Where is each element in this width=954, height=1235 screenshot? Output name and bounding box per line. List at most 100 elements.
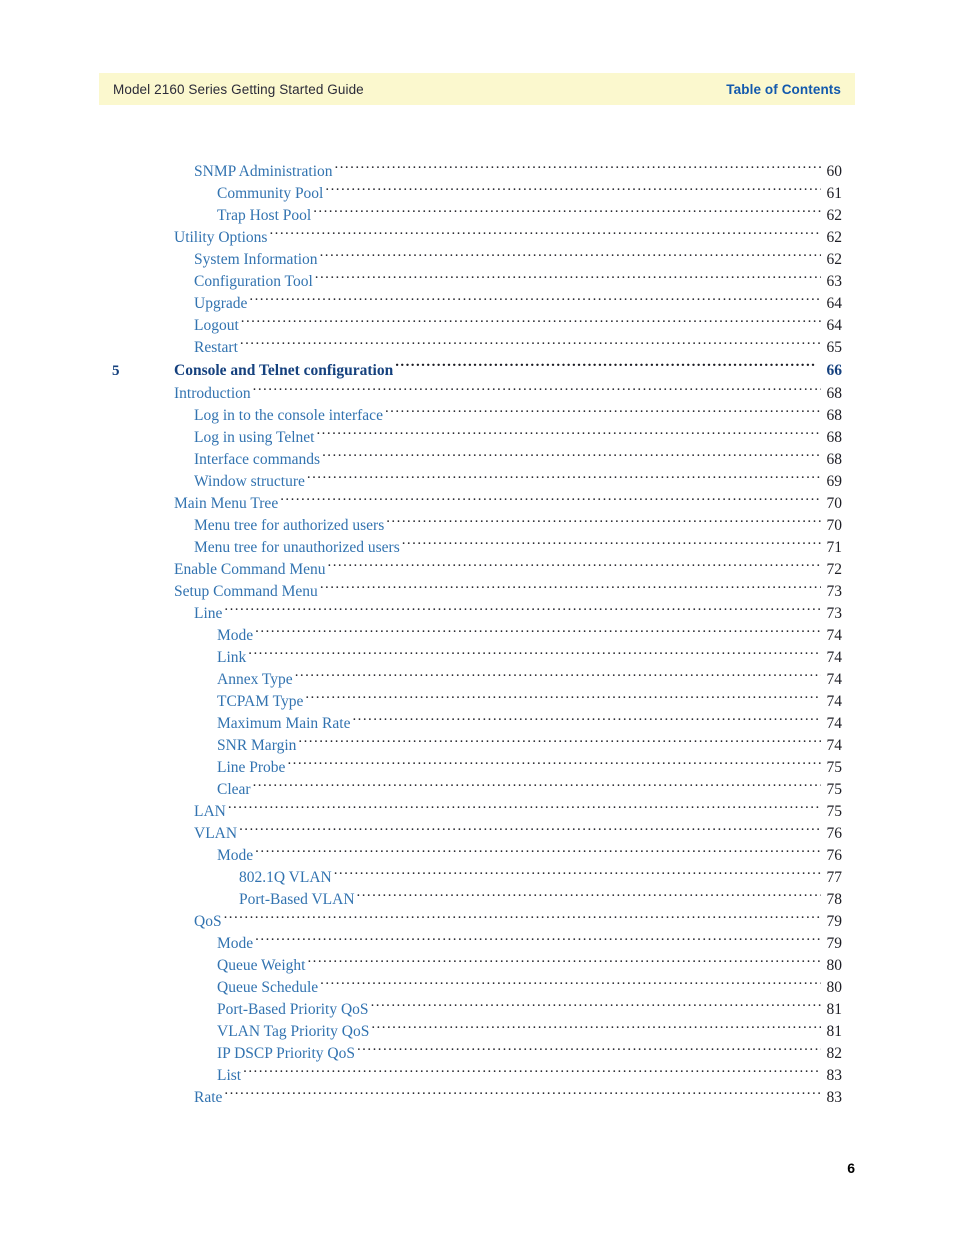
toc-entry-label[interactable]: QoS	[194, 911, 222, 933]
toc-entry-label[interactable]: Setup Command Menu	[174, 581, 318, 603]
toc-entry-label[interactable]: Menu tree for authorized users	[194, 515, 384, 537]
toc-entry[interactable]: Logout 64	[112, 315, 842, 337]
toc-entry-label[interactable]: Menu tree for unauthorized users	[194, 537, 400, 559]
toc-entry[interactable]: Log in using Telnet 68	[112, 427, 842, 449]
toc-entry[interactable]: Window structure 69	[112, 471, 842, 493]
toc-entry[interactable]: Community Pool 61	[112, 183, 842, 205]
toc-entry-label[interactable]: 802.1Q VLAN	[239, 867, 332, 889]
toc-entry-label[interactable]: Line Probe	[217, 757, 285, 779]
toc-entry-label[interactable]: Line	[194, 603, 222, 625]
toc-entry[interactable]: Mode 79	[112, 933, 842, 955]
toc-page-number: 62	[826, 229, 843, 246]
toc-entry[interactable]: VLAN 76	[112, 823, 842, 845]
toc-dot-leader	[322, 449, 821, 464]
toc-entry-label[interactable]: Link	[217, 647, 246, 669]
toc-entry-label[interactable]: Port-Based Priority QoS	[217, 999, 369, 1021]
toc-entry-label[interactable]: Port-Based VLAN	[239, 889, 355, 911]
toc-entry[interactable]: Utility Options 62	[112, 227, 842, 249]
toc-entry-label[interactable]: Logout	[194, 315, 239, 337]
toc-entry[interactable]: IP DSCP Priority QoS 82	[112, 1043, 842, 1065]
toc-dot-leader	[287, 757, 821, 772]
toc-entry[interactable]: Maximum Main Rate 74	[112, 713, 842, 735]
toc-entry-label[interactable]: Upgrade	[194, 293, 247, 315]
toc-entry[interactable]: Port-Based Priority QoS 81	[112, 999, 842, 1021]
toc-entry[interactable]: Line 73	[112, 603, 842, 625]
toc-entry[interactable]: Queue Weight 80	[112, 955, 842, 977]
toc-entry[interactable]: Line Probe 75	[112, 757, 842, 779]
toc-entry-label[interactable]: Mode	[217, 933, 253, 955]
toc-entry-label[interactable]: Configuration Tool	[194, 271, 313, 293]
toc-entry-label[interactable]: Queue Schedule	[217, 977, 318, 999]
toc-entry-label[interactable]: SNMP Administration	[194, 161, 333, 183]
toc-entry-label[interactable]: Trap Host Pool	[217, 205, 311, 227]
toc-entry[interactable]: Setup Command Menu 73	[112, 581, 842, 603]
toc-entry-label[interactable]: VLAN Tag Priority QoS	[217, 1021, 369, 1043]
toc-entry-label[interactable]: TCPAM Type	[217, 691, 303, 713]
toc-entry-label[interactable]: IP DSCP Priority QoS	[217, 1043, 355, 1065]
toc-entry-label[interactable]: Utility Options	[174, 227, 267, 249]
toc-entry-label[interactable]: Main Menu Tree	[174, 493, 278, 515]
toc-entry[interactable]: Port-Based VLAN 78	[112, 889, 842, 911]
toc-entry-label[interactable]: Queue Weight	[217, 955, 305, 977]
toc-page-number: 63	[826, 273, 843, 290]
toc-entry[interactable]: 5 Console and Telnet configuration 66	[112, 359, 842, 383]
toc-entry[interactable]: Mode 76	[112, 845, 842, 867]
toc-entry-label[interactable]: Rate	[194, 1087, 222, 1109]
toc-entry[interactable]: Restart 65	[112, 337, 842, 359]
table-of-contents-list: SNMP Administration 60 Community Pool 61 Tra…	[112, 161, 842, 1109]
toc-dot-leader	[395, 360, 817, 375]
toc-page-number: 68	[826, 451, 843, 468]
toc-entry[interactable]: Annex Type 74	[112, 669, 842, 691]
toc-entry-label[interactable]: Log in using Telnet	[194, 427, 314, 449]
toc-entry[interactable]: Log in to the console interface 68	[112, 405, 842, 427]
toc-entry[interactable]: VLAN Tag Priority QoS 81	[112, 1021, 842, 1043]
toc-entry[interactable]: Menu tree for authorized users 70	[112, 515, 842, 537]
toc-entry[interactable]: SNMP Administration 60	[112, 161, 842, 183]
toc-entry-label[interactable]: Community Pool	[217, 183, 323, 205]
toc-entry[interactable]: Enable Command Menu 72	[112, 559, 842, 581]
toc-entry-label[interactable]: Restart	[194, 337, 238, 359]
toc-entry[interactable]: TCPAM Type 74	[112, 691, 842, 713]
toc-entry[interactable]: System Information 62	[112, 249, 842, 271]
toc-entry-label[interactable]: Clear	[217, 779, 251, 801]
toc-page-number: 74	[826, 671, 843, 688]
toc-entry-label[interactable]: Window structure	[194, 471, 305, 493]
toc-entry-label[interactable]: Enable Command Menu	[174, 559, 326, 581]
toc-entry-label[interactable]: VLAN	[194, 823, 237, 845]
toc-dot-leader	[402, 537, 821, 552]
toc-entry[interactable]: List 83	[112, 1065, 842, 1087]
toc-entry-label[interactable]: Interface commands	[194, 449, 320, 471]
toc-page-number: 73	[826, 605, 843, 622]
toc-entry[interactable]: Mode 74	[112, 625, 842, 647]
toc-entry-label[interactable]: Annex Type	[217, 669, 293, 691]
toc-entry[interactable]: QoS 79	[112, 911, 842, 933]
toc-entry-label[interactable]: Maximum Main Rate	[217, 713, 350, 735]
toc-entry-label[interactable]: List	[217, 1065, 241, 1087]
header-document-title: Model 2160 Series Getting Started Guide	[113, 81, 364, 97]
toc-entry[interactable]: Interface commands 68	[112, 449, 842, 471]
toc-entry[interactable]: Queue Schedule 80	[112, 977, 842, 999]
running-header: Model 2160 Series Getting Started Guide …	[99, 73, 855, 105]
toc-entry-label[interactable]: SNR Margin	[217, 735, 296, 757]
toc-entry[interactable]: Main Menu Tree 70	[112, 493, 842, 515]
toc-entry-label[interactable]: System Information	[194, 249, 318, 271]
toc-entry[interactable]: Upgrade 64	[112, 293, 842, 315]
toc-entry[interactable]: Link 74	[112, 647, 842, 669]
toc-entry-label[interactable]: Log in to the console interface	[194, 405, 383, 427]
toc-entry[interactable]: Configuration Tool 63	[112, 271, 842, 293]
toc-entry[interactable]: Trap Host Pool 62	[112, 205, 842, 227]
toc-entry[interactable]: SNR Margin 74	[112, 735, 842, 757]
toc-entry[interactable]: LAN 75	[112, 801, 842, 823]
toc-entry-label[interactable]: Console and Telnet configuration	[174, 359, 393, 383]
toc-dot-leader	[316, 427, 821, 442]
toc-dot-leader	[328, 559, 821, 574]
toc-entry[interactable]: Clear 75	[112, 779, 842, 801]
toc-entry[interactable]: Introduction 68	[112, 383, 842, 405]
toc-entry[interactable]: Rate 83	[112, 1087, 842, 1109]
toc-entry[interactable]: Menu tree for unauthorized users 71	[112, 537, 842, 559]
toc-entry-label[interactable]: LAN	[194, 801, 226, 823]
toc-entry-label[interactable]: Mode	[217, 625, 253, 647]
toc-entry-label[interactable]: Introduction	[174, 383, 251, 405]
toc-entry-label[interactable]: Mode	[217, 845, 253, 867]
toc-entry[interactable]: 802.1Q VLAN 77	[112, 867, 842, 889]
